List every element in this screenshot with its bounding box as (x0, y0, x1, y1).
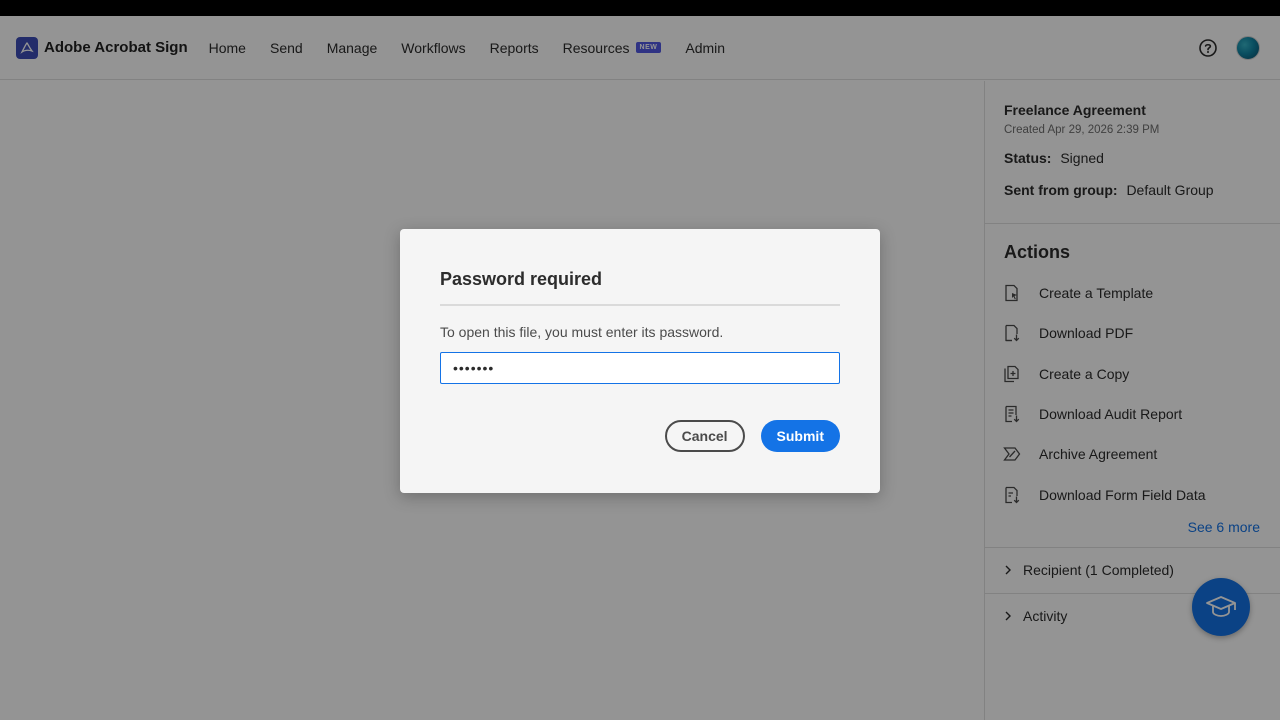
dialog-message: To open this file, you must enter its pa… (440, 324, 724, 340)
dialog-buttons: Cancel Submit (440, 420, 840, 452)
password-dialog: Password required To open this file, you… (400, 229, 880, 493)
dialog-divider (440, 304, 840, 306)
dialog-title: Password required (440, 269, 603, 289)
cancel-button[interactable]: Cancel (664, 420, 745, 452)
submit-button[interactable]: Submit (760, 420, 840, 452)
password-input[interactable] (440, 352, 840, 384)
